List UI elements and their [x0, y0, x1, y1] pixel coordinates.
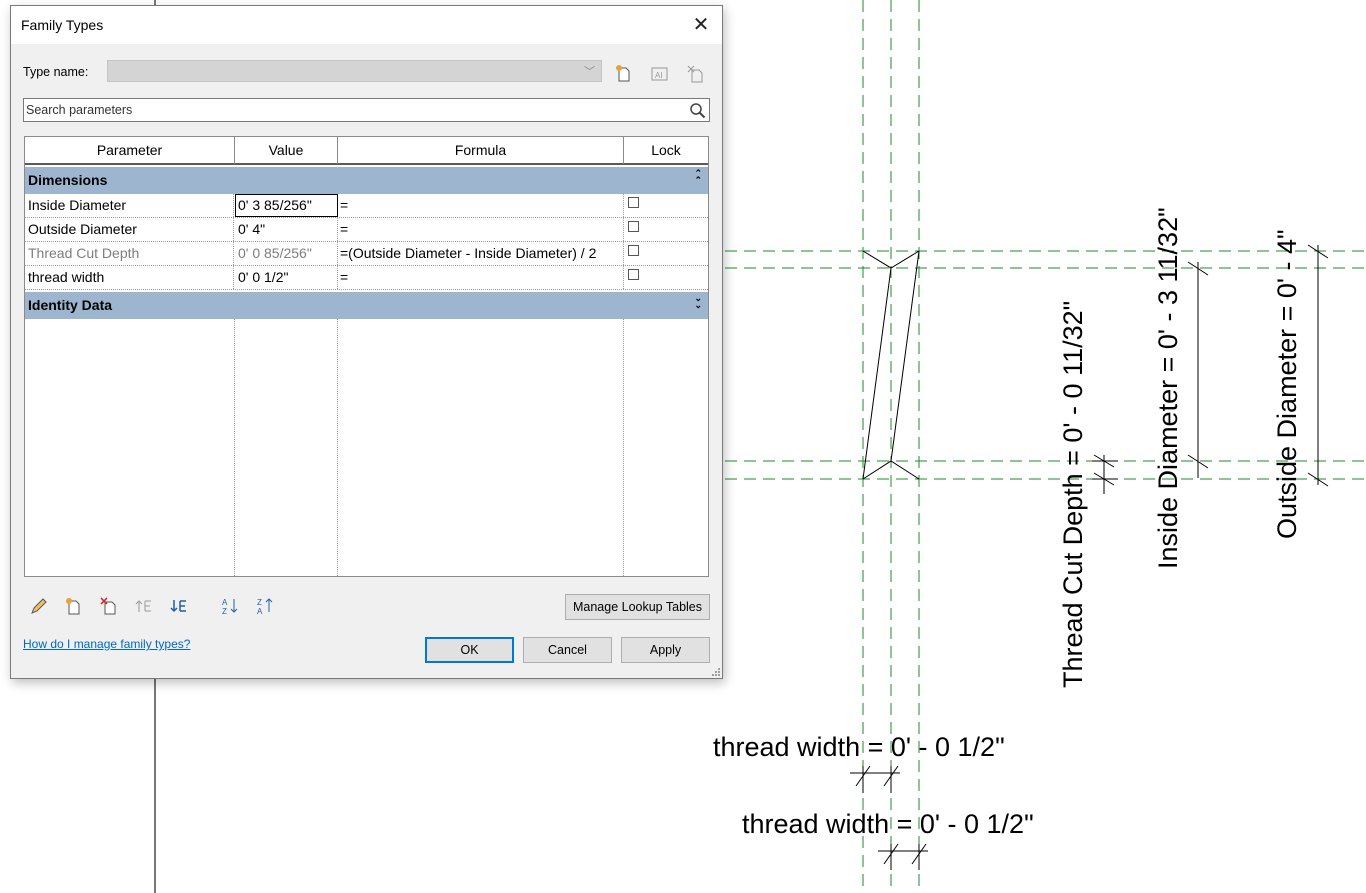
parameter-formula-input[interactable]: =	[338, 266, 624, 289]
parameter-formula-input[interactable]: =	[338, 218, 624, 241]
parameter-row[interactable]: Outside Diameter 0' 4" =	[25, 218, 708, 242]
inside-diameter-dimension-label[interactable]: Inside Diameter = 0' - 3 11/32"	[1153, 207, 1184, 569]
group-title: Identity Data	[28, 297, 113, 313]
rename-type-icon: AI	[651, 67, 668, 81]
family-types-dialog: Family Types ✕ Type name: ﹀ AI Parameter…	[10, 5, 723, 679]
column-header-value[interactable]: Value	[235, 137, 338, 165]
group-title: Dimensions	[28, 172, 108, 188]
column-header-parameter[interactable]: Parameter	[25, 137, 235, 165]
lock-checkbox[interactable]	[628, 269, 639, 280]
parameter-row[interactable]: Inside Diameter 0' 3 85/256" =	[25, 194, 708, 218]
svg-text:AI: AI	[655, 71, 663, 80]
dimension-lines	[850, 244, 1329, 870]
column-header-formula[interactable]: Formula	[338, 137, 624, 165]
sort-descending-icon[interactable]: ZA	[255, 596, 275, 616]
new-parameter-icon[interactable]	[64, 596, 84, 616]
delete-parameter-icon[interactable]	[99, 596, 119, 616]
collapse-icon[interactable]: ⌃ ⌃	[694, 169, 702, 185]
parameter-value-input[interactable]: 0' 4"	[235, 218, 338, 241]
parameter-name: thread width	[25, 266, 234, 289]
svg-text:Z: Z	[257, 598, 262, 607]
cancel-button[interactable]: Cancel	[523, 637, 612, 663]
parameter-formula-input[interactable]: =	[338, 194, 624, 217]
parameters-grid[interactable]: Parameter Value Formula Lock Dimensions …	[24, 136, 709, 577]
ok-button[interactable]: OK	[425, 637, 514, 663]
svg-text:A: A	[257, 607, 263, 616]
parameter-formula-input[interactable]: =(Outside Diameter - Inside Diameter) / …	[338, 242, 624, 265]
dialog-title: Family Types	[21, 17, 104, 33]
parameter-name: Thread Cut Depth	[25, 242, 234, 265]
svg-text:A: A	[222, 598, 228, 607]
delete-type-icon	[687, 65, 703, 83]
expand-icon[interactable]: ⌄ ⌄	[694, 294, 702, 310]
parameter-name: Outside Diameter	[25, 218, 234, 241]
search-icon[interactable]	[689, 102, 706, 119]
move-up-icon	[135, 600, 151, 612]
sort-ascending-icon[interactable]: AZ	[220, 596, 240, 616]
apply-button[interactable]: Apply	[621, 637, 710, 663]
column-divider	[623, 319, 624, 576]
group-identity-data[interactable]: Identity Data ⌄ ⌄	[25, 292, 708, 319]
lock-cell	[624, 266, 708, 289]
title-bar[interactable]: Family Types ✕	[11, 6, 722, 44]
lock-cell	[624, 242, 708, 265]
search-box[interactable]	[23, 98, 710, 122]
parameter-value-input[interactable]: 0' 0 1/2"	[235, 266, 338, 289]
parameter-row[interactable]: Thread Cut Depth 0' 0 85/256" =(Outside …	[25, 242, 708, 266]
type-name-label: Type name:	[23, 65, 89, 79]
help-link[interactable]: How do I manage family types?	[23, 637, 190, 651]
lock-checkbox[interactable]	[628, 197, 639, 208]
thread-width-dimension-label-2[interactable]: thread width = 0' - 0 1/2"	[742, 809, 1034, 840]
manage-lookup-tables-button[interactable]: Manage Lookup Tables	[565, 594, 710, 620]
column-divider	[234, 319, 235, 576]
parameter-row[interactable]: thread width 0' 0 1/2" =	[25, 266, 708, 290]
search-input[interactable]	[26, 101, 676, 119]
move-down-icon[interactable]	[169, 596, 189, 616]
column-header-lock[interactable]: Lock	[624, 137, 708, 165]
parameter-value-input[interactable]: 0' 3 85/256"	[235, 194, 338, 217]
group-dimensions[interactable]: Dimensions ⌃ ⌃	[25, 167, 708, 194]
chevron-down-icon: ﹀	[584, 66, 595, 78]
parameter-value-input: 0' 0 85/256"	[235, 242, 338, 265]
thread-cut-depth-dimension-label[interactable]: Thread Cut Depth = 0' - 0 11/32"	[1058, 301, 1089, 688]
type-name-dropdown[interactable]: ﹀	[107, 60, 602, 82]
lock-checkbox[interactable]	[628, 245, 639, 256]
column-divider	[337, 319, 338, 576]
parameter-name: Inside Diameter	[25, 194, 234, 217]
lock-checkbox[interactable]	[628, 221, 639, 232]
resize-grip-icon[interactable]	[710, 666, 720, 676]
pencil-icon[interactable]	[29, 596, 49, 616]
lock-cell	[624, 218, 708, 241]
thread-width-dimension-label[interactable]: thread width = 0' - 0 1/2"	[713, 732, 1005, 763]
new-type-icon[interactable]	[614, 63, 634, 83]
svg-text:Z: Z	[222, 607, 227, 616]
close-icon[interactable]: ✕	[690, 14, 712, 36]
outside-diameter-dimension-label[interactable]: Outside Diameter = 0' - 4"	[1272, 229, 1303, 539]
lock-cell	[624, 194, 708, 217]
